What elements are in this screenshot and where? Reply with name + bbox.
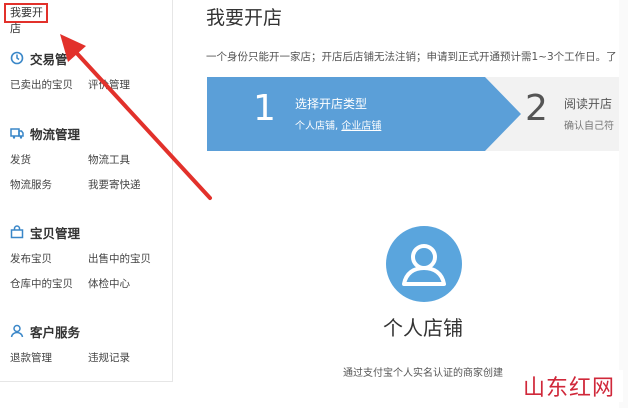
menu-item-send-express[interactable]: 我要寄快递	[88, 177, 166, 192]
menu-item-violations[interactable]: 违规记录	[88, 350, 166, 365]
menu-item-warehouse[interactable]: 仓库中的宝贝	[10, 276, 88, 291]
steps-bar: 1 选择开店类型 个人店铺, 企业店铺 2 阅读开店 确认自己符	[207, 77, 628, 151]
menu-item-refund[interactable]: 退款管理	[10, 350, 88, 365]
section-title-label: 客户服务	[30, 324, 81, 340]
page-title: 我要开店	[206, 7, 283, 29]
section-goods: 宝贝管理 发布宝贝 出售中的宝贝 仓库中的宝贝 体检中心	[10, 222, 166, 291]
step-1-title: 选择开店类型	[295, 97, 368, 111]
step-2-desc: 确认自己符	[564, 121, 614, 132]
section-title-goods[interactable]: 宝贝管理	[10, 222, 166, 242]
section-title-service[interactable]: 客户服务	[10, 321, 166, 341]
menu-item-sold[interactable]: 已卖出的宝贝	[10, 77, 88, 92]
person-icon[interactable]	[386, 226, 462, 302]
step-1-number: 1	[253, 88, 276, 129]
section-title-label: 物流管理	[30, 126, 81, 142]
notice-text: 一个身份只能开一家店；开店后店铺无法注销；申请到正式开通预计需1~3个工作日。了	[206, 51, 617, 63]
menu-item-on-sale[interactable]: 出售中的宝贝	[88, 251, 166, 266]
step-1-desc: 个人店铺, 企业店铺	[295, 117, 381, 132]
scroll-edge	[619, 0, 628, 408]
section-title-label: 宝贝管理	[30, 225, 81, 241]
step-2-number: 2	[525, 88, 548, 129]
service-icon	[10, 324, 24, 338]
step-1-desc-prefix: 个人店铺,	[295, 121, 342, 132]
watermark-logo: 山东红网	[515, 370, 623, 402]
section-title-logistics[interactable]: 物流管理	[10, 123, 166, 143]
main-content: 我要开店 一个身份只能开一家店；开店后店铺无法注销；申请到正式开通预计需1~3个…	[172, 0, 628, 408]
section-trade: 交易管 已卖出的宝贝 评价管理	[10, 48, 166, 92]
step-2-title: 阅读开店	[564, 97, 613, 111]
trade-icon	[10, 51, 24, 65]
sidebar: 我要开店 交易管 已卖出的宝贝 评价管理 物流管理 发货 物流工具 物流服务 我…	[0, 0, 173, 382]
logistics-icon	[10, 126, 24, 140]
section-logistics: 物流管理 发货 物流工具 物流服务 我要寄快递	[10, 123, 166, 192]
section-title-trade[interactable]: 交易管	[10, 48, 166, 68]
divider	[0, 381, 172, 382]
menu-item-health-check[interactable]: 体检中心	[88, 276, 166, 291]
menu-item-logistics-service[interactable]: 物流服务	[10, 177, 88, 192]
open-store-link[interactable]: 我要开店	[4, 3, 48, 35]
store-type-title: 个人店铺	[383, 316, 463, 340]
menu-item-logistics-tools[interactable]: 物流工具	[88, 152, 166, 167]
enterprise-store-link[interactable]: 企业店铺	[341, 121, 381, 132]
menu-item-ship[interactable]: 发货	[10, 152, 88, 167]
menu-item-publish[interactable]: 发布宝贝	[10, 251, 88, 266]
section-service: 客户服务 退款管理 违规记录	[10, 321, 166, 365]
section-title-label: 交易管	[30, 51, 68, 67]
goods-icon	[10, 225, 24, 239]
menu-item-reviews[interactable]: 评价管理	[88, 77, 166, 92]
